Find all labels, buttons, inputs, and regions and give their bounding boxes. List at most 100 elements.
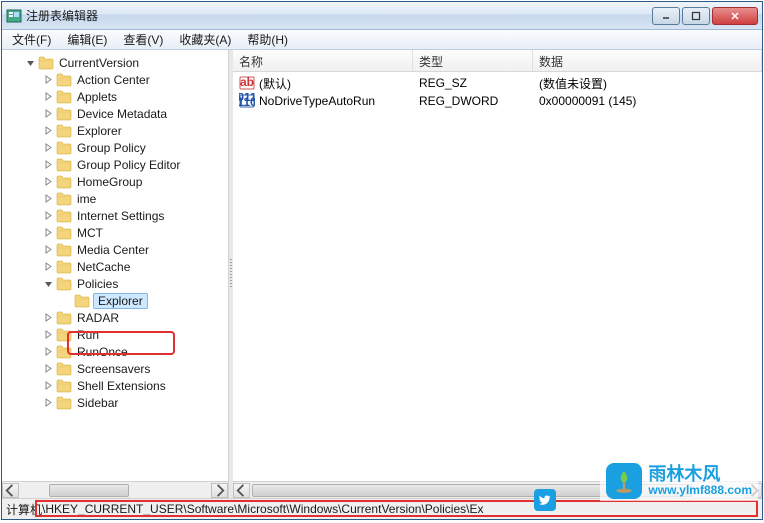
folder-icon — [56, 107, 72, 121]
tree-node-device-metadata[interactable]: Device Metadata — [2, 105, 228, 122]
tree-label: HomeGroup — [75, 175, 144, 189]
tree-node-netcache[interactable]: NetCache — [2, 258, 228, 275]
folder-icon — [56, 311, 72, 325]
string-value-icon: ab — [239, 75, 255, 91]
folder-icon — [56, 277, 72, 291]
tree-node-currentversion[interactable]: CurrentVersion — [2, 54, 228, 71]
expander-closed-icon[interactable] — [42, 193, 54, 205]
scroll-thumb[interactable] — [49, 484, 129, 497]
list-body[interactable]: ab(默认)REG_SZ(数值未设置)011110NoDriveTypeAuto… — [233, 72, 762, 481]
folder-icon — [56, 73, 72, 87]
close-button[interactable] — [712, 7, 758, 25]
menu-favorites[interactable]: 收藏夹(A) — [171, 29, 239, 50]
expander-closed-icon[interactable] — [42, 363, 54, 375]
folder-icon — [56, 209, 72, 223]
tree-label: Policies — [75, 277, 120, 291]
svg-text:110: 110 — [239, 95, 255, 109]
cell-type: REG_SZ — [413, 76, 533, 90]
folder-icon — [56, 260, 72, 274]
expander-open-icon[interactable] — [24, 57, 36, 69]
expander-open-icon[interactable] — [42, 278, 54, 290]
expander-closed-icon[interactable] — [42, 380, 54, 392]
watermark-bird-icon — [534, 489, 556, 511]
expander-closed-icon[interactable] — [42, 210, 54, 222]
expander-closed-icon[interactable] — [42, 397, 54, 409]
list-panel: 名称 类型 数据 ab(默认)REG_SZ(数值未设置)011110NoDriv… — [233, 50, 762, 498]
statusbar: 计算机\HKEY_CURRENT_USER\Software\Microsoft… — [2, 498, 762, 519]
folder-icon — [56, 328, 72, 342]
tree-node-group-policy-editor[interactable]: Group Policy Editor — [2, 156, 228, 173]
tree-node-runonce[interactable]: RunOnce — [2, 343, 228, 360]
expander-closed-icon[interactable] — [42, 159, 54, 171]
list-row[interactable]: ab(默认)REG_SZ(数值未设置) — [233, 74, 762, 92]
tree-node-shell-extensions[interactable]: Shell Extensions — [2, 377, 228, 394]
menu-edit[interactable]: 编辑(E) — [59, 29, 115, 50]
expander-closed-icon[interactable] — [42, 346, 54, 358]
app-icon — [6, 8, 22, 24]
tree-node-run[interactable]: Run — [2, 326, 228, 343]
watermark-text: 雨林木风 www.ylmf888.com — [648, 465, 752, 498]
tree-node-group-policy[interactable]: Group Policy — [2, 139, 228, 156]
value-name: NoDriveTypeAutoRun — [259, 94, 375, 108]
expander-closed-icon[interactable] — [42, 176, 54, 188]
tree-label: NetCache — [75, 260, 132, 274]
column-name[interactable]: 名称 — [233, 50, 413, 71]
tree-label: Group Policy Editor — [75, 158, 182, 172]
expander-closed-icon[interactable] — [42, 329, 54, 341]
tree-node-internet-settings[interactable]: Internet Settings — [2, 207, 228, 224]
tree-label: RunOnce — [75, 345, 130, 359]
tree-node-radar[interactable]: RADAR — [2, 309, 228, 326]
tree-node-ime[interactable]: ime — [2, 190, 228, 207]
scroll-right-button[interactable] — [211, 483, 228, 498]
menu-help[interactable]: 帮助(H) — [239, 29, 296, 50]
tree-node-explorer[interactable]: Explorer — [2, 122, 228, 139]
scroll-left-button[interactable] — [233, 483, 250, 498]
tree-node-action-center[interactable]: Action Center — [2, 71, 228, 88]
expander-closed-icon[interactable] — [42, 312, 54, 324]
tree-node-homegroup[interactable]: HomeGroup — [2, 173, 228, 190]
tree-label: RADAR — [75, 311, 121, 325]
tree-label: MCT — [75, 226, 105, 240]
tree-node-sidebar[interactable]: Sidebar — [2, 394, 228, 411]
menu-file[interactable]: 文件(F) — [4, 29, 59, 50]
tree-label: Applets — [75, 90, 119, 104]
folder-icon — [56, 175, 72, 189]
tree-node-media-center[interactable]: Media Center — [2, 241, 228, 258]
column-type[interactable]: 类型 — [413, 50, 533, 71]
expander-closed-icon[interactable] — [42, 142, 54, 154]
tree-label: Shell Extensions — [75, 379, 168, 393]
cell-name: ab(默认) — [233, 75, 413, 92]
expander-closed-icon[interactable] — [42, 227, 54, 239]
tree-node-mct[interactable]: MCT — [2, 224, 228, 241]
column-data[interactable]: 数据 — [533, 50, 762, 71]
expander-closed-icon[interactable] — [42, 108, 54, 120]
list-row[interactable]: 011110NoDriveTypeAutoRunREG_DWORD0x00000… — [233, 92, 762, 110]
tree-node-applets[interactable]: Applets — [2, 88, 228, 105]
tree-label: Internet Settings — [75, 209, 166, 223]
expander-closed-icon[interactable] — [42, 91, 54, 103]
expander-closed-icon[interactable] — [42, 244, 54, 256]
maximize-button[interactable] — [682, 7, 710, 25]
scroll-left-button[interactable] — [2, 483, 19, 498]
tree-node-explorer[interactable]: Explorer — [2, 292, 228, 309]
tree-label: Media Center — [75, 243, 151, 257]
value-name: (默认) — [259, 75, 291, 92]
tree-label: Device Metadata — [75, 107, 169, 121]
titlebar[interactable]: 注册表编辑器 — [2, 2, 762, 30]
watermark: 雨林木风 www.ylmf888.com — [600, 461, 758, 501]
expander-closed-icon[interactable] — [42, 125, 54, 137]
watermark-name: 雨林木风 — [648, 465, 752, 485]
tree-hscrollbar[interactable] — [2, 481, 228, 498]
tree-panel: CurrentVersionAction Center Applets Device… — [2, 50, 229, 498]
menu-view[interactable]: 查看(V) — [115, 29, 171, 50]
tree-label: ime — [75, 192, 98, 206]
tree-body[interactable]: CurrentVersionAction Center Applets Device… — [2, 50, 228, 481]
scroll-track[interactable] — [19, 483, 211, 498]
cell-data: 0x00000091 (145) — [533, 94, 762, 108]
minimize-button[interactable] — [652, 7, 680, 25]
tree-node-screensavers[interactable]: Screensavers — [2, 360, 228, 377]
tree-node-policies[interactable]: Policies — [2, 275, 228, 292]
expander-closed-icon[interactable] — [42, 74, 54, 86]
cell-data: (数值未设置) — [533, 75, 762, 92]
expander-closed-icon[interactable] — [42, 261, 54, 273]
